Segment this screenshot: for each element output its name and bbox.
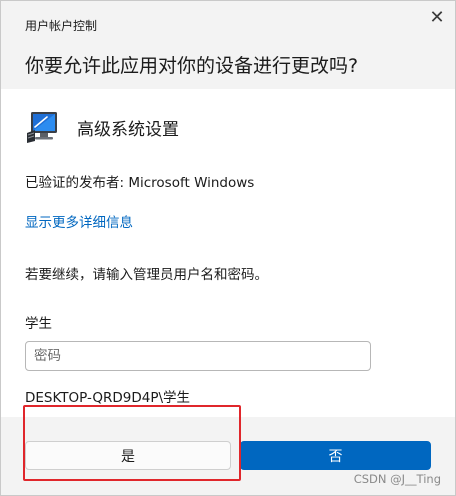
app-name: 高级系统设置 bbox=[77, 119, 179, 140]
close-icon: ✕ bbox=[429, 6, 445, 28]
close-button[interactable]: ✕ bbox=[425, 5, 449, 29]
watermark-text: CSDN @J__Ting bbox=[353, 472, 441, 486]
no-button[interactable]: 否 bbox=[240, 441, 431, 470]
yes-button[interactable]: 是 bbox=[25, 441, 231, 470]
continue-instructions: 若要继续，请输入管理员用户名和密码。 bbox=[25, 267, 268, 283]
uac-dialog: 用户帐户控制 ✕ 你要允许此应用对你的设备进行更改吗? 高级系统设置 已验证的发… bbox=[0, 0, 456, 496]
domain-user-label: DESKTOP-QRD9D4P\学生 bbox=[25, 390, 191, 406]
window-title: 用户帐户控制 bbox=[25, 19, 98, 33]
prompt-question: 你要允许此应用对你的设备进行更改吗? bbox=[25, 55, 359, 77]
computer-monitor-icon bbox=[27, 112, 57, 143]
username-label: 学生 bbox=[25, 316, 52, 332]
publisher-info: 已验证的发布者: Microsoft Windows bbox=[25, 175, 255, 191]
password-input[interactable] bbox=[25, 341, 371, 371]
show-details-link[interactable]: 显示更多详细信息 bbox=[25, 211, 133, 231]
app-info: 高级系统设置 bbox=[25, 109, 179, 145]
